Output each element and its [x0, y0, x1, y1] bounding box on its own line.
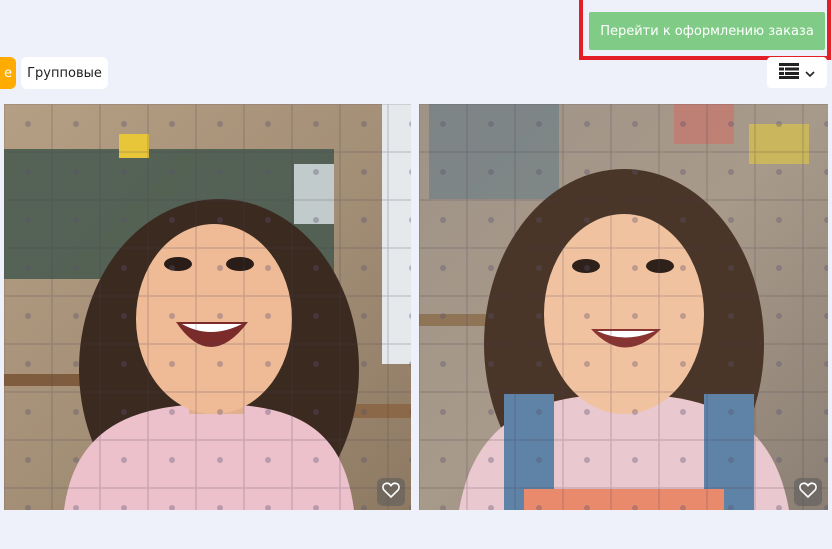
- filter-chip-active-label: е: [4, 65, 12, 81]
- photo-card[interactable]: [419, 104, 828, 510]
- heart-outline-icon: [382, 482, 400, 502]
- checkout-button[interactable]: Перейти к оформлению заказа: [589, 12, 825, 50]
- photo-card[interactable]: [4, 104, 411, 510]
- chevron-down-icon: [805, 63, 815, 82]
- heart-outline-icon: [799, 482, 817, 502]
- grid-list-icon: [779, 62, 799, 83]
- favorite-button[interactable]: [794, 478, 822, 506]
- filter-chip-active[interactable]: е: [0, 57, 16, 89]
- filter-chip-group[interactable]: Групповые: [21, 57, 108, 89]
- favorite-button[interactable]: [377, 478, 405, 506]
- photo-image: [4, 104, 411, 510]
- photo-gallery-page: Перейти к оформлению заказа е Групповые: [0, 0, 832, 549]
- photo-image: [419, 104, 828, 510]
- view-mode-dropdown[interactable]: [767, 57, 827, 88]
- checkout-button-label: Перейти к оформлению заказа: [600, 23, 814, 39]
- filter-chip-group-label: Групповые: [27, 65, 102, 81]
- checkout-highlight-frame: Перейти к оформлению заказа: [579, 0, 831, 60]
